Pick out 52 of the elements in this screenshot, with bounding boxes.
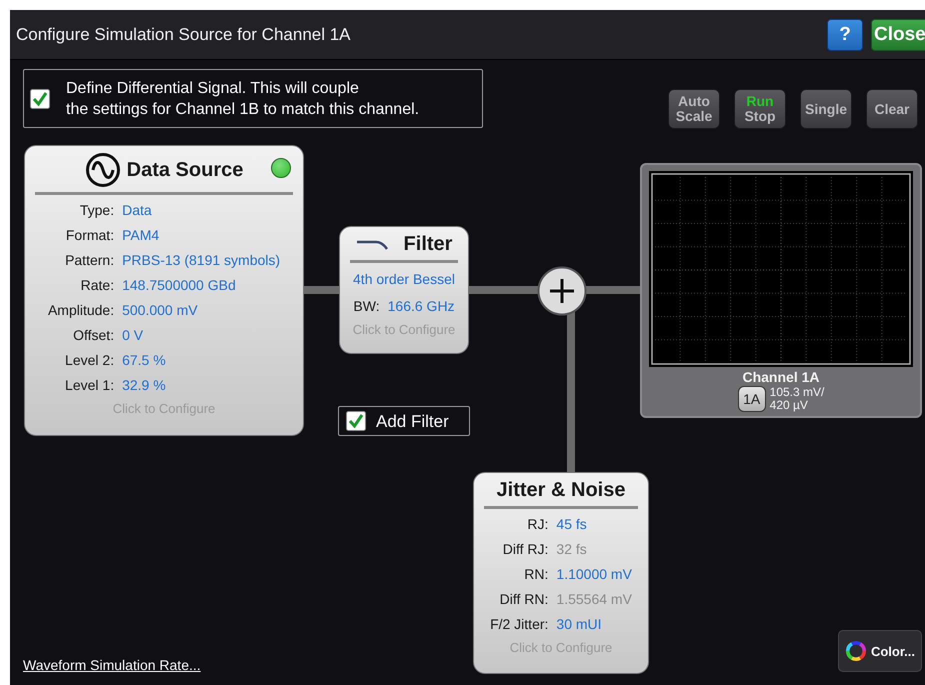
help-button[interactable]: ?	[827, 18, 863, 50]
filter-curve-icon	[356, 238, 388, 250]
field-label: Diff RJ:	[502, 540, 548, 559]
toolbar-button[interactable]: Clear	[866, 89, 918, 129]
field-value: 30 mUI	[556, 615, 603, 634]
color-button[interactable]: Color...	[838, 630, 922, 672]
field-label: Offset:	[72, 326, 114, 345]
toolbar-button[interactable]: Run Stop	[734, 89, 786, 129]
field-value: 67.5 %	[122, 351, 167, 370]
field-value: 148.7500000 GBd	[122, 276, 237, 295]
checkbox[interactable]	[30, 88, 50, 108]
window-title: Configure Simulation Source for Channel 1A	[16, 24, 352, 44]
toolbar-button[interactable]: Single	[800, 89, 852, 129]
toolbar-button[interactable]: Auto Scale	[668, 89, 720, 129]
field-label: BW:	[353, 297, 380, 316]
field-value: PAM4	[122, 226, 160, 245]
field-label: Level 1:	[64, 376, 114, 395]
field-value: 500.000 mV	[122, 301, 199, 320]
channel-scale: 105.3 mV/ 420 µV	[770, 386, 824, 412]
card-title: Jitter & Noise	[496, 479, 626, 502]
field-label: Pattern:	[64, 251, 114, 270]
sine-wave-icon	[84, 152, 121, 188]
channel-button[interactable]: 1A	[738, 386, 766, 412]
field-label: RN:	[523, 565, 548, 584]
close-button[interactable]: Close	[871, 18, 925, 50]
field-value: 1.10000 mV	[556, 565, 632, 584]
simulation-rate-link[interactable]: Waveform Simulation Rate...	[23, 657, 201, 673]
field-label: RJ:	[526, 515, 548, 534]
checkbox[interactable]	[346, 411, 366, 431]
field-value: Data	[122, 201, 153, 220]
field-value: 0 V	[122, 326, 144, 345]
field-label: Rate:	[80, 276, 114, 295]
field-label: Format:	[64, 226, 114, 245]
field-label: Diff RN:	[498, 590, 548, 609]
sum-junction-icon	[537, 266, 587, 316]
card-title: Data Source	[126, 158, 244, 182]
card-title: Filter	[404, 233, 452, 256]
filter-type: 4th order Bessel	[352, 270, 456, 289]
channel-label: Channel 1A	[742, 369, 820, 386]
field-label: F/2 Jitter:	[490, 615, 548, 634]
field-value: 1.55564 mV	[556, 590, 632, 609]
field-value: 45 fs	[556, 515, 588, 534]
field-value: 32 fs	[556, 540, 588, 559]
field-label: Amplitude:	[48, 301, 114, 320]
field-label: Level 2:	[64, 351, 114, 370]
field-value: 32.9 %	[122, 376, 167, 395]
color-wheel-icon	[845, 639, 867, 663]
field-label: Type:	[78, 201, 114, 220]
checkbox-label: Add Filter	[376, 410, 449, 432]
field-value: PRBS-13 (8191 symbols)	[122, 251, 280, 270]
field-value: 166.6 GHz	[388, 297, 455, 316]
checkbox-label: Define Differential Signal. This will couple the settings for Channel 1B to match this channel.	[66, 78, 420, 120]
